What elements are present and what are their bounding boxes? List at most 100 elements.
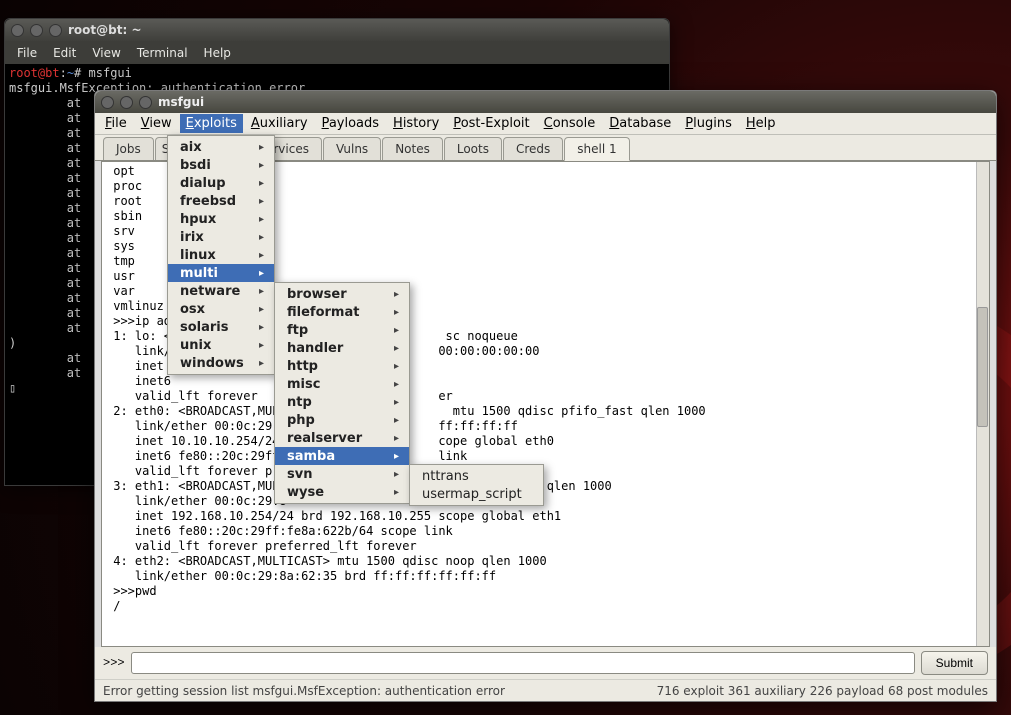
tab-notes[interactable]: Notes <box>382 137 443 160</box>
submenu-arrow-icon: ▸ <box>259 160 264 171</box>
status-bar: Error getting session list msfgui.MsfExc… <box>95 679 996 701</box>
menu-file[interactable]: File <box>99 114 133 133</box>
submenu-arrow-icon: ▸ <box>394 343 399 354</box>
submenu-arrow-icon: ▸ <box>259 358 264 369</box>
menu-exploits[interactable]: Exploits <box>180 114 243 133</box>
terminal-command: msfgui <box>89 66 132 80</box>
menu-item-bsdi[interactable]: bsdi▸ <box>168 156 274 174</box>
menu-console[interactable]: Console <box>538 114 602 133</box>
menu-item-freebsd[interactable]: freebsd▸ <box>168 192 274 210</box>
menu-item-unix[interactable]: unix▸ <box>168 336 274 354</box>
window-close-icon[interactable] <box>101 96 114 109</box>
menu-item-linux[interactable]: linux▸ <box>168 246 274 264</box>
terminal-menu-view[interactable]: View <box>86 44 126 62</box>
submit-button[interactable]: Submit <box>921 651 988 675</box>
terminal-stack: at at at at at at at at at at at at at a… <box>9 96 81 380</box>
tab-vulns[interactable]: Vulns <box>323 137 381 160</box>
menu-item-irix[interactable]: irix▸ <box>168 228 274 246</box>
menu-item-hpux[interactable]: hpux▸ <box>168 210 274 228</box>
menu-item-osx[interactable]: osx▸ <box>168 300 274 318</box>
menu-item-solaris[interactable]: solaris▸ <box>168 318 274 336</box>
submenu-arrow-icon: ▸ <box>259 268 264 279</box>
submenu-arrow-icon: ▸ <box>259 178 264 189</box>
menu-item-browser[interactable]: browser▸ <box>275 285 409 303</box>
submenu-arrow-icon: ▸ <box>394 361 399 372</box>
submenu-arrow-icon: ▸ <box>259 214 264 225</box>
menu-help[interactable]: Help <box>740 114 782 133</box>
submenu-arrow-icon: ▸ <box>394 379 399 390</box>
window-close-icon[interactable] <box>11 24 24 37</box>
terminal-titlebar[interactable]: root@bt: ~ <box>5 19 669 41</box>
msfgui-titlebar[interactable]: msfgui <box>95 91 996 113</box>
terminal-cursor: ▯ <box>9 381 16 395</box>
submenu-arrow-icon: ▸ <box>259 196 264 207</box>
tab-jobs[interactable]: Jobs <box>103 137 154 160</box>
submenu-arrow-icon: ▸ <box>259 232 264 243</box>
submenu-arrow-icon: ▸ <box>394 397 399 408</box>
submenu-arrow-icon: ▸ <box>394 415 399 426</box>
menu-item-samba[interactable]: samba▸ <box>275 447 409 465</box>
menu-item-usermap-script[interactable]: usermap_script <box>410 485 543 503</box>
submenu-arrow-icon: ▸ <box>394 325 399 336</box>
msfgui-menubar: FileViewExploitsAuxiliaryPayloadsHistory… <box>95 113 996 135</box>
tab-loots[interactable]: Loots <box>444 137 502 160</box>
window-max-icon[interactable] <box>49 24 62 37</box>
terminal-menu-help[interactable]: Help <box>198 44 237 62</box>
menu-item-http[interactable]: http▸ <box>275 357 409 375</box>
exploits-menu-level2[interactable]: browser▸fileformat▸ftp▸handler▸http▸misc… <box>274 282 410 504</box>
command-input[interactable] <box>131 652 915 674</box>
terminal-menu-file[interactable]: File <box>11 44 43 62</box>
prompt-sym: # <box>74 66 81 80</box>
prompt-sep: : <box>60 66 67 80</box>
scrollbar[interactable] <box>976 162 989 646</box>
menu-payloads[interactable]: Payloads <box>316 114 385 133</box>
exploits-menu-level3[interactable]: nttransusermap_script <box>409 464 544 506</box>
submenu-arrow-icon: ▸ <box>259 304 264 315</box>
command-input-row: >>> Submit <box>95 647 996 679</box>
terminal-menu-edit[interactable]: Edit <box>47 44 82 62</box>
menu-item-dialup[interactable]: dialup▸ <box>168 174 274 192</box>
menu-view[interactable]: View <box>135 114 178 133</box>
prompt-user: root@bt <box>9 66 60 80</box>
submenu-arrow-icon: ▸ <box>394 487 399 498</box>
menu-item-php[interactable]: php▸ <box>275 411 409 429</box>
submenu-arrow-icon: ▸ <box>259 250 264 261</box>
submenu-arrow-icon: ▸ <box>259 142 264 153</box>
tab-shell-1[interactable]: shell 1 <box>564 137 629 161</box>
menu-item-svn[interactable]: svn▸ <box>275 465 409 483</box>
prompt-label: >>> <box>103 656 125 670</box>
terminal-menubar: File Edit View Terminal Help <box>5 41 669 64</box>
menu-item-multi[interactable]: multi▸ <box>168 264 274 282</box>
menu-item-fileformat[interactable]: fileformat▸ <box>275 303 409 321</box>
window-min-icon[interactable] <box>30 24 43 37</box>
window-max-icon[interactable] <box>139 96 152 109</box>
status-left: Error getting session list msfgui.MsfExc… <box>103 684 505 698</box>
menu-item-nttrans[interactable]: nttrans <box>410 467 543 485</box>
menu-item-netware[interactable]: netware▸ <box>168 282 274 300</box>
menu-history[interactable]: History <box>387 114 445 133</box>
terminal-menu-terminal[interactable]: Terminal <box>131 44 194 62</box>
menu-item-aix[interactable]: aix▸ <box>168 138 274 156</box>
menu-item-misc[interactable]: misc▸ <box>275 375 409 393</box>
menu-post-exploit[interactable]: Post-Exploit <box>447 114 535 133</box>
tab-creds[interactable]: Creds <box>503 137 563 160</box>
menu-auxiliary[interactable]: Auxiliary <box>245 114 314 133</box>
menu-item-windows[interactable]: windows▸ <box>168 354 274 372</box>
submenu-arrow-icon: ▸ <box>394 289 399 300</box>
menu-item-handler[interactable]: handler▸ <box>275 339 409 357</box>
menu-plugins[interactable]: Plugins <box>679 114 738 133</box>
status-right: 716 exploit 361 auxiliary 226 payload 68… <box>657 684 988 698</box>
terminal-title: root@bt: ~ <box>68 23 142 37</box>
prompt-path: ~ <box>67 66 74 80</box>
window-min-icon[interactable] <box>120 96 133 109</box>
menu-item-ftp[interactable]: ftp▸ <box>275 321 409 339</box>
menu-database[interactable]: Database <box>603 114 677 133</box>
menu-item-wyse[interactable]: wyse▸ <box>275 483 409 501</box>
submenu-arrow-icon: ▸ <box>259 286 264 297</box>
exploits-menu-level1[interactable]: aix▸bsdi▸dialup▸freebsd▸hpux▸irix▸linux▸… <box>167 135 275 375</box>
menu-item-ntp[interactable]: ntp▸ <box>275 393 409 411</box>
scrollbar-thumb[interactable] <box>977 307 988 427</box>
msfgui-title: msfgui <box>158 95 204 109</box>
submenu-arrow-icon: ▸ <box>394 433 399 444</box>
menu-item-realserver[interactable]: realserver▸ <box>275 429 409 447</box>
